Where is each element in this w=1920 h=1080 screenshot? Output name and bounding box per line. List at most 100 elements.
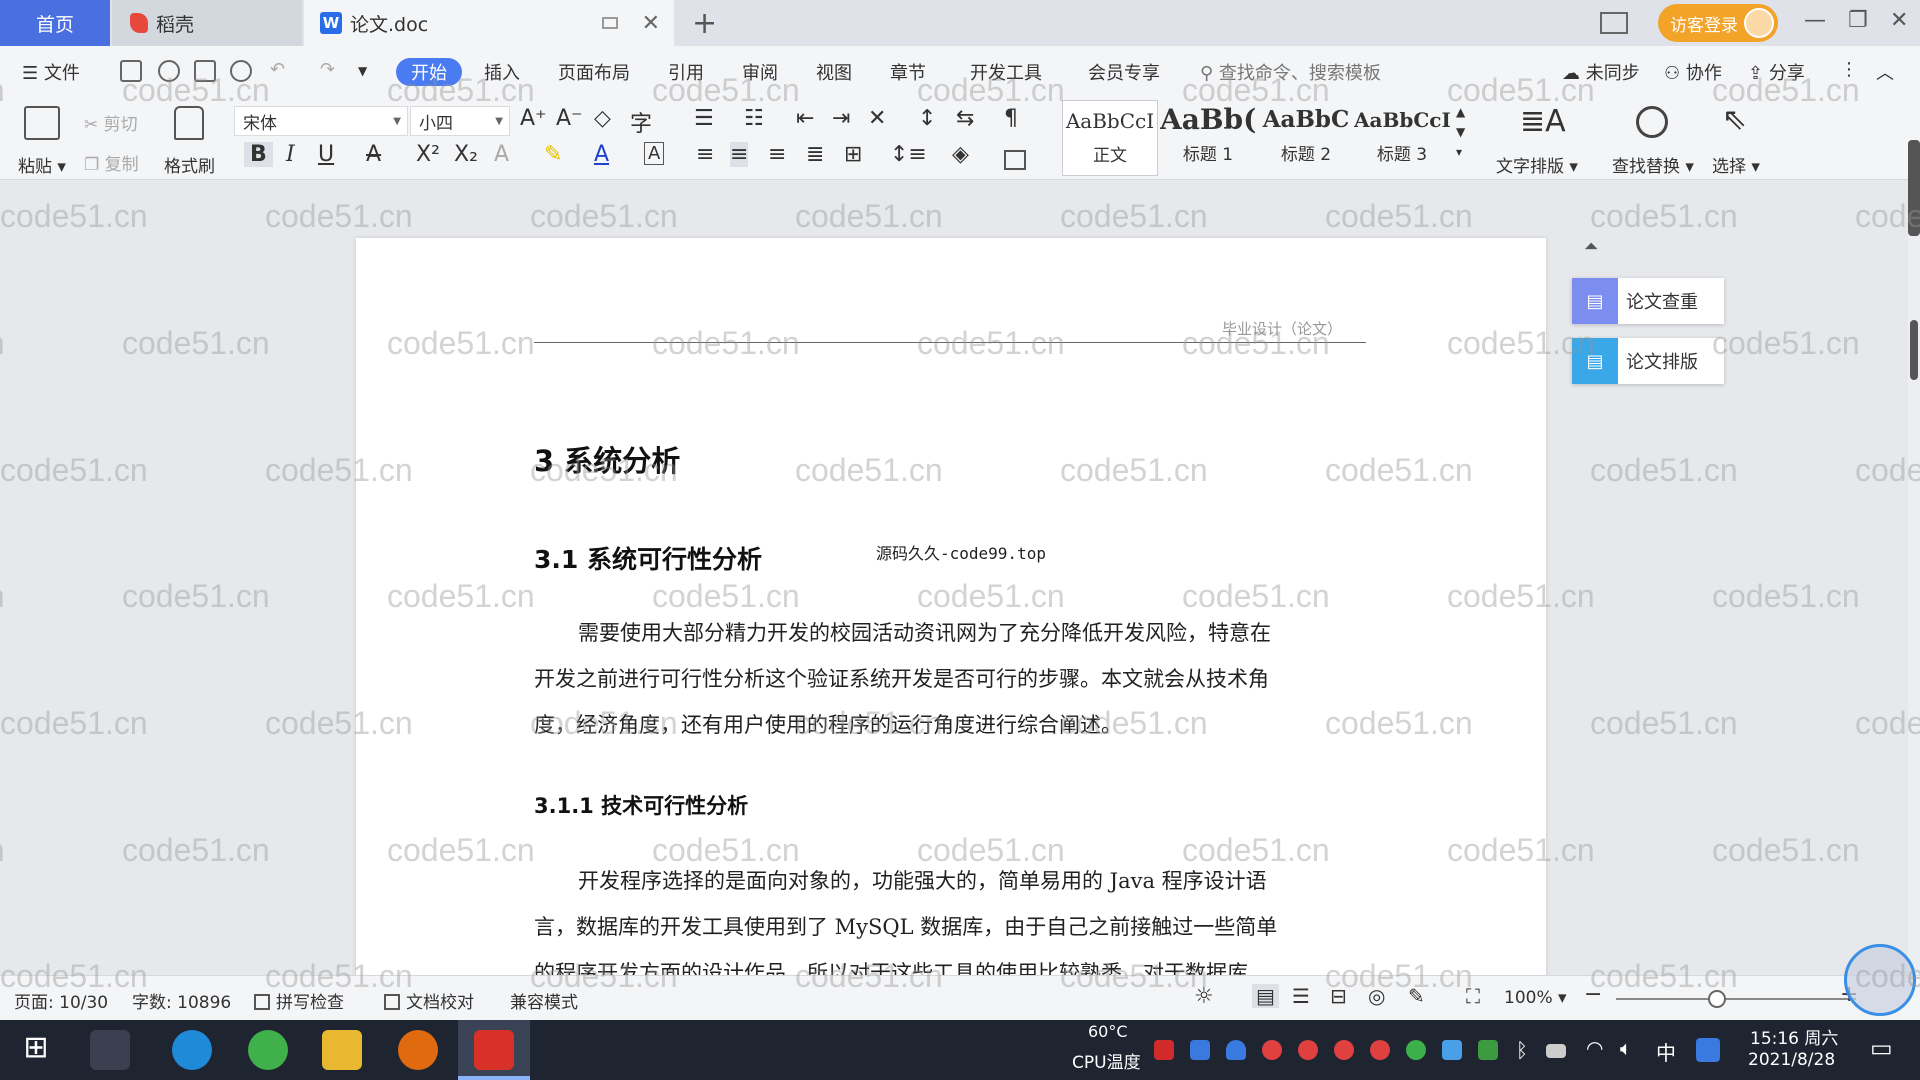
zoom-select[interactable]: 100% ▾ bbox=[1504, 988, 1567, 1008]
clear-format-icon[interactable]: ◇ bbox=[594, 106, 611, 131]
file-explorer-icon[interactable] bbox=[322, 1030, 362, 1070]
phonetic-guide-icon[interactable]: 字 bbox=[630, 106, 652, 138]
shrink-font-icon[interactable]: A⁻ bbox=[556, 106, 583, 131]
page-view-icon[interactable]: ▤ bbox=[1252, 984, 1279, 1008]
paste-button[interactable]: 粘贴 ▾ bbox=[18, 152, 66, 177]
tray-app-icon[interactable] bbox=[1406, 1040, 1426, 1060]
print-icon[interactable] bbox=[194, 60, 216, 82]
qq-icon[interactable] bbox=[1262, 1040, 1282, 1060]
tab-docer[interactable]: 稻壳 bbox=[112, 0, 302, 46]
highlight-icon[interactable]: ✎ bbox=[544, 142, 562, 167]
close-tab-icon[interactable]: ✕ bbox=[642, 11, 660, 36]
italic-button[interactable]: I bbox=[286, 142, 295, 167]
thesis-check-button[interactable]: ▤ 论文查重 bbox=[1572, 278, 1724, 324]
zoom-out-icon[interactable]: − bbox=[1584, 982, 1602, 1007]
reading-view-icon[interactable]: ⊟ bbox=[1330, 984, 1347, 1008]
format-painter-icon[interactable] bbox=[174, 106, 204, 140]
shading-icon[interactable]: ◈ bbox=[952, 142, 969, 167]
font-size-select[interactable]: 小四 ▼ bbox=[410, 106, 510, 136]
write-mode-icon[interactable]: ✎ bbox=[1408, 984, 1425, 1008]
undo-icon[interactable]: ↶ bbox=[270, 59, 285, 80]
borders-icon[interactable] bbox=[1004, 150, 1026, 170]
justify-icon[interactable]: ≣ bbox=[806, 142, 824, 167]
menu-insert[interactable]: 插入 bbox=[484, 59, 520, 85]
float-window-icon[interactable] bbox=[602, 17, 618, 29]
shield-icon[interactable] bbox=[1226, 1040, 1246, 1060]
share-button[interactable]: ⇪ 分享 bbox=[1748, 59, 1805, 85]
file-menu[interactable]: ☰ 文件 bbox=[22, 59, 80, 85]
collapse-panel-icon[interactable]: ⏶ bbox=[1584, 236, 1598, 257]
vertical-scrollbar[interactable] bbox=[1908, 180, 1920, 975]
style-heading3[interactable]: AaBbCcI 标题 3 bbox=[1354, 100, 1450, 176]
word-count[interactable]: 字数: 10896 bbox=[132, 988, 231, 1013]
bold-button[interactable]: B bbox=[244, 142, 273, 167]
export-icon[interactable] bbox=[158, 60, 180, 82]
close-window-button[interactable]: ✕ bbox=[1890, 8, 1908, 33]
align-center-icon[interactable]: ≡ bbox=[730, 142, 749, 167]
font-name-select[interactable]: 宋体 ▼ bbox=[234, 106, 408, 136]
web-view-icon[interactable]: ◎ bbox=[1368, 984, 1385, 1008]
thesis-layout-button[interactable]: ▤ 论文排版 bbox=[1572, 338, 1724, 384]
menu-chapter[interactable]: 章节 bbox=[890, 59, 926, 85]
text-layout-icon[interactable]: ≣A bbox=[1520, 104, 1566, 139]
clock-date[interactable]: 2021/8/28 bbox=[1748, 1050, 1835, 1070]
style-heading2[interactable]: AaBbC 标题 2 bbox=[1258, 100, 1354, 176]
layout-toggle-icon[interactable] bbox=[1600, 12, 1628, 34]
decrease-indent-icon[interactable]: ⇤ bbox=[796, 106, 814, 131]
minimize-button[interactable]: — bbox=[1804, 8, 1826, 33]
copy-button[interactable]: ❐ 复制 bbox=[84, 150, 139, 175]
outline-view-icon[interactable]: ☰ bbox=[1292, 984, 1310, 1008]
increase-indent-icon[interactable]: ⇥ bbox=[832, 106, 850, 131]
zoom-slider-handle[interactable] bbox=[1708, 990, 1726, 1008]
clock-time[interactable]: 15:16 周六 bbox=[1750, 1024, 1838, 1049]
ie-browser-icon[interactable] bbox=[172, 1030, 212, 1070]
cut-button[interactable]: ✂ 剪切 bbox=[84, 110, 138, 135]
collapse-ribbon-icon[interactable]: ︿ bbox=[1876, 59, 1894, 85]
collab-button[interactable]: ⚇ 协作 bbox=[1664, 59, 1722, 85]
numbered-list-icon[interactable]: ☷ bbox=[744, 106, 764, 131]
paste-icon[interactable] bbox=[24, 106, 60, 140]
new-tab-button[interactable]: + bbox=[692, 6, 717, 41]
tab-home[interactable]: 首页 bbox=[0, 0, 110, 46]
restore-button[interactable]: ❐ bbox=[1848, 8, 1868, 33]
bluetooth-icon[interactable]: ᛒ bbox=[1516, 1038, 1528, 1062]
save-icon[interactable] bbox=[120, 60, 142, 82]
assistant-bubble[interactable] bbox=[1844, 944, 1916, 1016]
superscript-button[interactable]: X² bbox=[416, 142, 440, 167]
tray-app-icon[interactable] bbox=[1442, 1040, 1462, 1060]
cursor-arrow-icon[interactable]: ⇖ bbox=[1722, 102, 1758, 137]
volume-icon[interactable]: 🔈︎ bbox=[1620, 1036, 1632, 1060]
spell-check-button[interactable]: 拼写检查 bbox=[254, 988, 344, 1013]
menu-start[interactable]: 开始 bbox=[396, 58, 462, 86]
grow-font-icon[interactable]: A⁺ bbox=[520, 106, 547, 131]
command-search[interactable]: ⚲ 查找命令、搜索模板 bbox=[1200, 59, 1381, 85]
sync-button[interactable]: ☁ 未同步 bbox=[1562, 59, 1640, 85]
fit-page-icon[interactable]: ⛶ bbox=[1466, 984, 1480, 1008]
print-preview-icon[interactable] bbox=[230, 60, 252, 82]
text-effect-icon[interactable]: A bbox=[494, 142, 509, 167]
select-button[interactable]: 选择 ▾ bbox=[1712, 152, 1760, 177]
menu-review[interactable]: 审阅 bbox=[742, 59, 778, 85]
ime-app-icon[interactable] bbox=[1696, 1038, 1720, 1062]
zoom-slider[interactable] bbox=[1616, 998, 1856, 1000]
proofread-button[interactable]: 文档校对 bbox=[384, 988, 474, 1013]
media-app-icon[interactable] bbox=[398, 1030, 438, 1070]
sort-icon[interactable]: ↕ bbox=[918, 106, 936, 131]
menu-page-layout[interactable]: 页面布局 bbox=[558, 59, 630, 85]
align-left-icon[interactable]: ≡ bbox=[696, 142, 714, 167]
bullet-list-icon[interactable]: ☰ bbox=[694, 106, 714, 131]
find-replace-button[interactable]: 查找替换 ▾ bbox=[1612, 152, 1694, 177]
app-swirl-icon[interactable] bbox=[90, 1030, 130, 1070]
tab-document[interactable]: W 论文.doc ✕ bbox=[304, 0, 674, 46]
style-normal[interactable]: AaBbCcI 正文 bbox=[1062, 100, 1158, 176]
tray-app-icon[interactable] bbox=[1154, 1040, 1174, 1060]
show-marks-icon[interactable]: ¶ bbox=[1004, 106, 1018, 131]
quick-access-dropdown-icon[interactable]: ▼ bbox=[358, 64, 367, 78]
styles-scroll-icon[interactable]: ▲ ▼ ▾ bbox=[1456, 102, 1465, 162]
tray-app-icon[interactable] bbox=[1190, 1040, 1210, 1060]
font-color-icon[interactable]: A bbox=[594, 142, 609, 167]
text-direction-icon[interactable]: ⇆ bbox=[956, 106, 974, 131]
distributed-icon[interactable]: ⊞ bbox=[844, 142, 862, 167]
scrollbar-thumb[interactable] bbox=[1910, 320, 1918, 380]
format-painter-button[interactable]: 格式刷 bbox=[164, 152, 215, 177]
